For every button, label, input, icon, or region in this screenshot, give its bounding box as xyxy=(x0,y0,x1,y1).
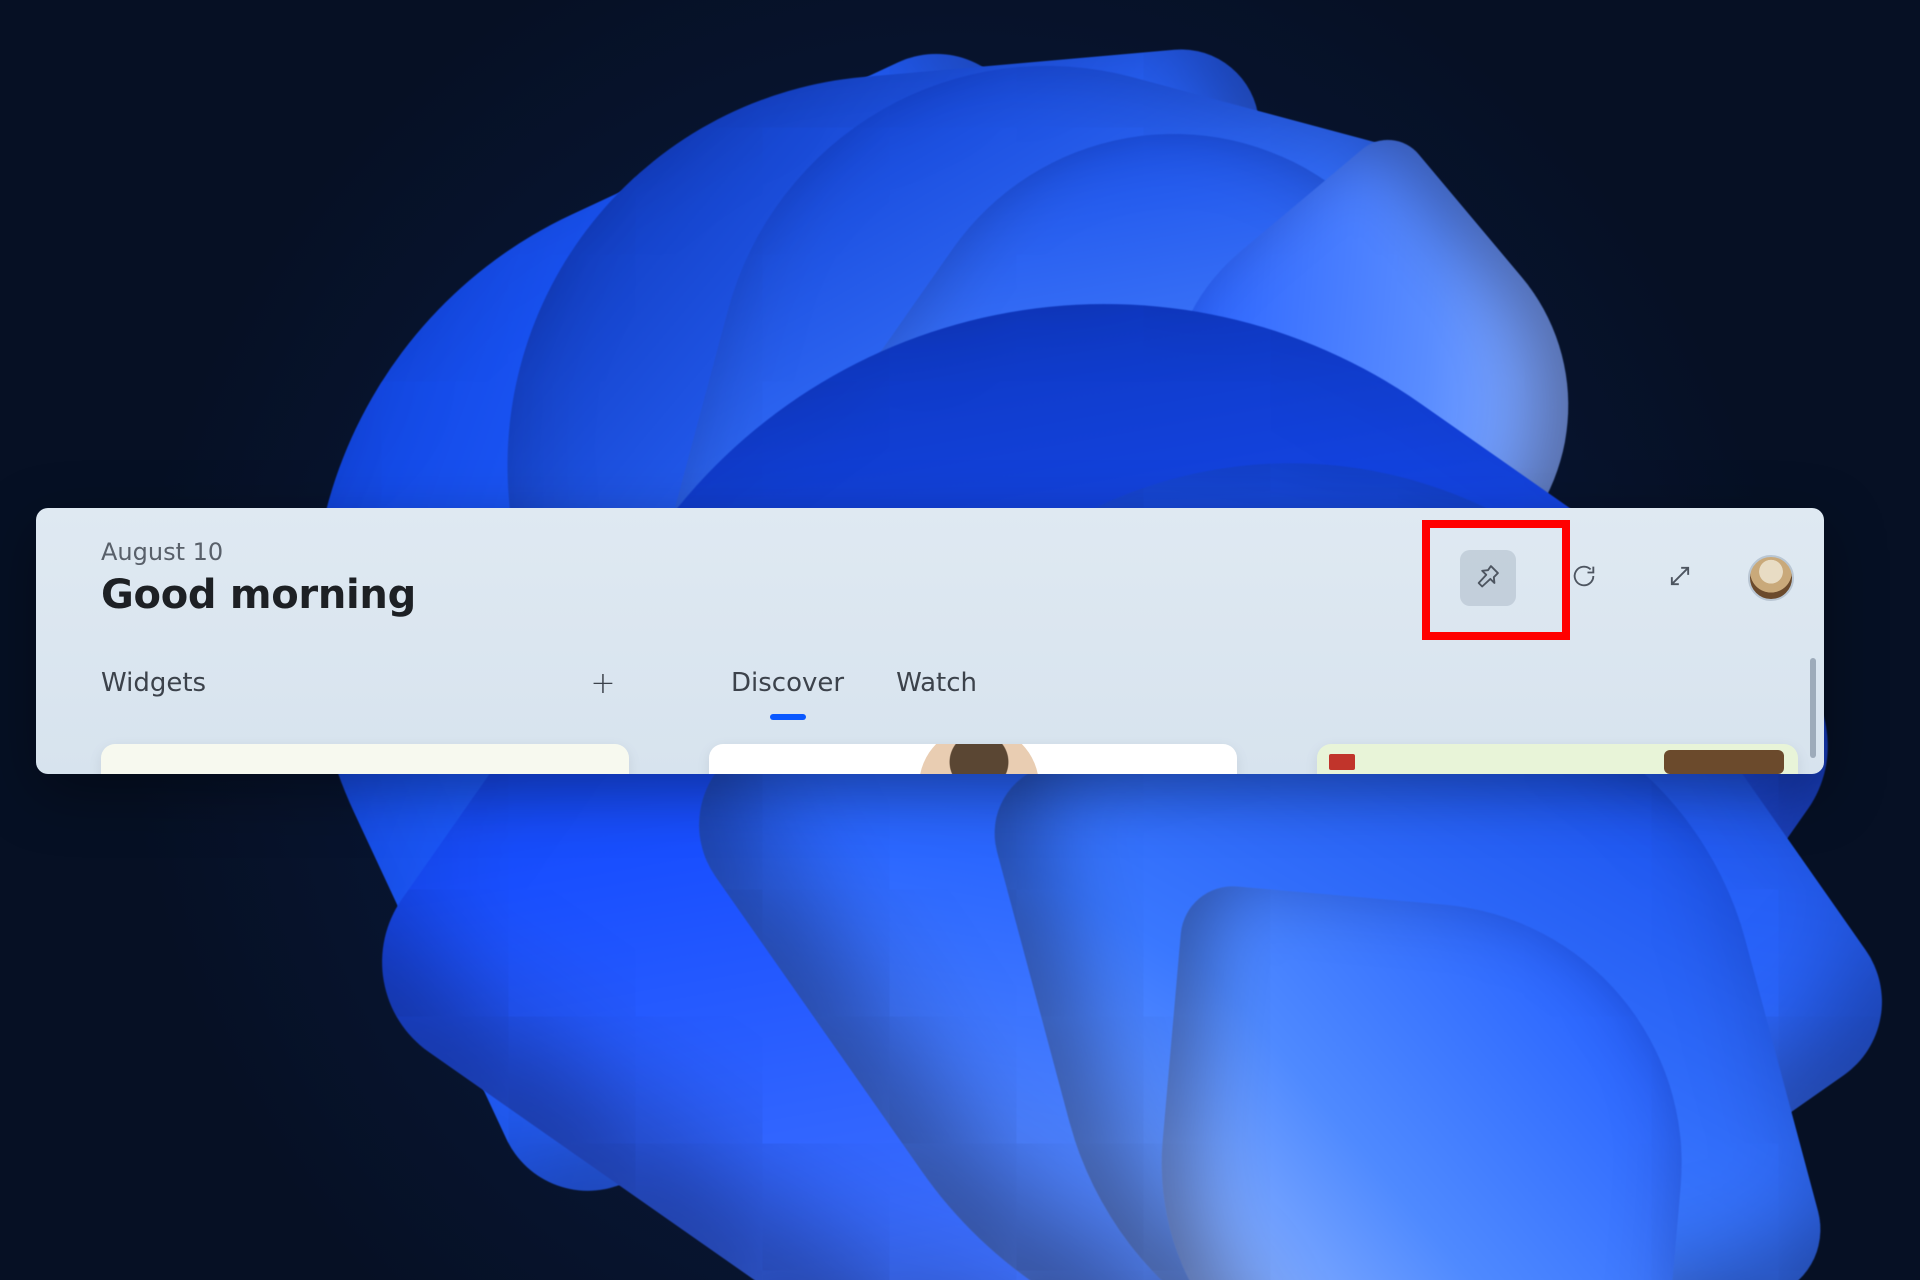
refresh-button[interactable] xyxy=(1556,550,1612,606)
feed-card[interactable] xyxy=(1317,744,1798,774)
widgets-section-label: Widgets xyxy=(101,668,206,698)
greeting-block: August 10 Good morning xyxy=(101,538,416,618)
refresh-icon xyxy=(1570,562,1598,594)
date-label: August 10 xyxy=(101,538,416,566)
expand-icon xyxy=(1666,562,1694,594)
add-widget-button[interactable]: + xyxy=(585,665,621,701)
card-row xyxy=(101,744,1798,774)
widget-card[interactable] xyxy=(101,744,629,774)
tab-watch[interactable]: Watch xyxy=(896,668,977,714)
tab-discover[interactable]: Discover xyxy=(731,668,844,714)
plus-icon: + xyxy=(590,666,615,701)
tab-discover-label: Discover xyxy=(731,668,844,698)
pin-button[interactable] xyxy=(1460,550,1516,606)
feed-card[interactable] xyxy=(709,744,1237,774)
widgets-panel: August 10 Good morning xyxy=(36,508,1824,774)
user-avatar[interactable] xyxy=(1748,555,1794,601)
greeting-label: Good morning xyxy=(101,572,416,618)
pin-icon xyxy=(1474,562,1502,594)
scrollbar[interactable] xyxy=(1810,658,1816,758)
tab-watch-label: Watch xyxy=(896,668,977,698)
expand-button[interactable] xyxy=(1652,550,1708,606)
